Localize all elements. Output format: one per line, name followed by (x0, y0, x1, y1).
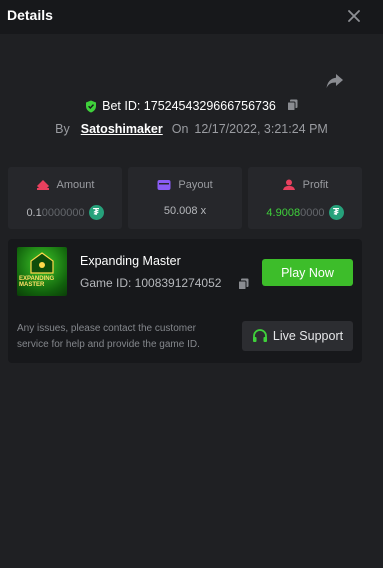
profit-value-main: 4.9008 (266, 206, 301, 219)
game-card: EXPANDING MASTER Expanding Master Game I… (8, 239, 362, 363)
copy-icon (238, 278, 249, 290)
close-icon (348, 10, 360, 22)
amount-card: Amount 0.10000000 ₮ (8, 167, 122, 229)
support-notice: Any issues, please contact the customer … (17, 323, 200, 350)
tether-icon: ₮ (88, 205, 104, 220)
by-label: By (55, 122, 70, 136)
game-logo-icon (30, 252, 54, 274)
amount-value-main: 0.1 (26, 206, 42, 219)
payout-label-row: Payout (128, 179, 242, 191)
wallet-icon (157, 180, 171, 190)
page-title: Details (7, 7, 53, 23)
close-button[interactable] (343, 5, 365, 27)
amount-label: Amount (56, 179, 95, 191)
profit-value-row: 4.90080000 ₮ (248, 205, 362, 220)
details-header: Details (0, 0, 383, 34)
live-support-button[interactable]: Live Support (242, 321, 353, 351)
game-name: Expanding Master (80, 254, 181, 268)
shield-check-icon (86, 100, 97, 112)
profit-label-row: Profit (248, 179, 362, 191)
copy-bet-id-button[interactable] (286, 99, 298, 114)
amount-value-dim: 0000000 (41, 206, 85, 219)
play-now-button[interactable]: Play Now (262, 259, 353, 286)
share-icon (326, 74, 343, 88)
bet-author-row: By Satoshimaker On 12/17/2022, 3:21:24 P… (0, 120, 383, 138)
payout-value: 50.008 x (163, 205, 207, 217)
payout-value-row: 50.008 x (128, 205, 242, 217)
copy-game-id-button[interactable] (238, 277, 249, 295)
profit-label: Profit (302, 179, 329, 191)
game-id: Game ID: 1008391274052 (80, 276, 222, 290)
on-label: On (171, 122, 189, 136)
share-button[interactable] (325, 72, 345, 90)
profit-card: Profit 4.90080000 ₮ (248, 167, 362, 229)
profit-value-dim: 0000 (300, 206, 325, 219)
amount-value: 0.10000000 (26, 207, 84, 219)
live-support-label: Live Support (272, 329, 344, 343)
payout-card: Payout 50.008 x (128, 167, 242, 229)
profit-value: 4.90080000 (266, 207, 324, 219)
amount-label-row: Amount (8, 179, 122, 191)
ticket-icon (36, 180, 49, 190)
profit-icon (282, 179, 295, 190)
copy-icon (286, 99, 298, 111)
bet-id-row: Bet ID: 1752454329666756736 (0, 97, 383, 115)
tether-icon: ₮ (328, 205, 344, 220)
user-link[interactable]: Satoshimaker (81, 122, 163, 136)
headset-icon (252, 328, 267, 342)
game-thumbnail-text: EXPANDING MASTER (19, 276, 55, 288)
payout-label: Payout (178, 179, 213, 191)
bet-id: Bet ID: 1752454329666756736 (102, 99, 276, 113)
amount-value-row: 0.10000000 ₮ (8, 205, 122, 220)
game-thumbnail[interactable]: EXPANDING MASTER (17, 247, 67, 296)
bet-date: 12/17/2022, 3:21:24 PM (194, 122, 328, 136)
